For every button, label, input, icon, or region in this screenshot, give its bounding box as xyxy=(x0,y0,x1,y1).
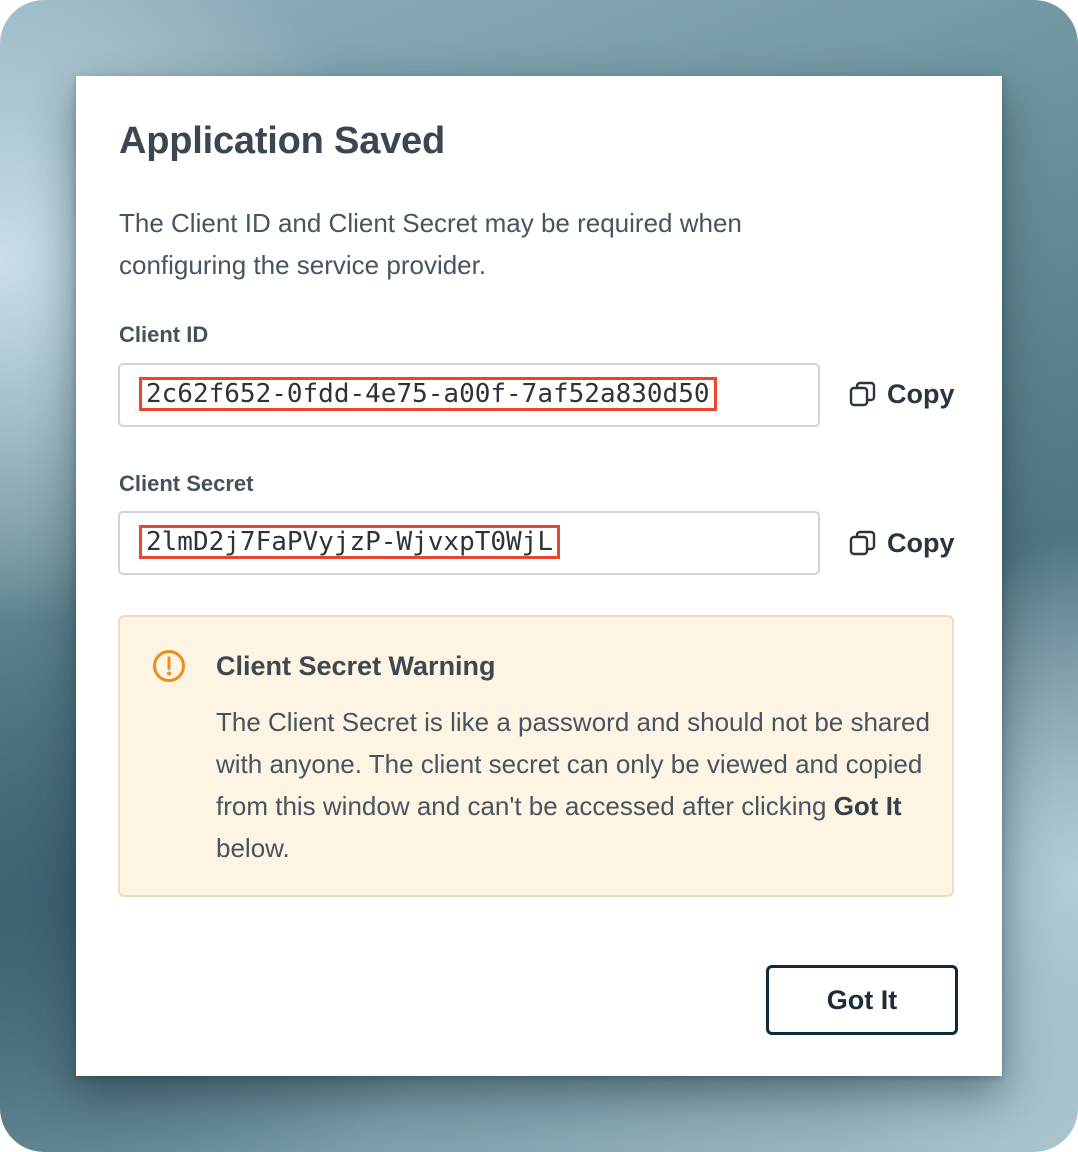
copy-client-secret-label: Copy xyxy=(887,527,955,558)
dialog-title: Application Saved xyxy=(119,120,446,162)
client-id-field[interactable]: 2c62f652-0fdd-4e75-a00f-7af52a830d50 xyxy=(118,363,820,427)
client-id-value[interactable]: 2c62f652-0fdd-4e75-a00f-7af52a830d50 xyxy=(139,377,717,411)
copy-icon xyxy=(849,380,877,408)
client-secret-field[interactable]: 2lmD2j7FaPVyjzP-WjvxpT0WjL xyxy=(118,511,820,575)
alert-circle-icon xyxy=(152,649,186,683)
client-secret-value[interactable]: 2lmD2j7FaPVyjzP-WjvxpT0WjL xyxy=(139,525,560,559)
copy-icon xyxy=(849,529,877,557)
client-id-label: Client ID xyxy=(119,322,209,347)
dialog-description: The Client ID and Client Secret may be r… xyxy=(119,208,742,280)
client-secret-label: Client Secret xyxy=(119,471,254,496)
warning-body-bold: Got It xyxy=(833,791,902,821)
warning-body: The Client Secret is like a password and… xyxy=(216,701,936,869)
warning-body-text: The Client Secret is like a password and… xyxy=(216,707,930,821)
warning-title: Client Secret Warning xyxy=(216,651,496,681)
copy-client-id-button[interactable]: Copy xyxy=(849,374,955,414)
got-it-button[interactable]: Got It xyxy=(766,965,958,1035)
copy-client-secret-button[interactable]: Copy xyxy=(849,523,955,563)
client-secret-warning: Client Secret Warning The Client Secret … xyxy=(118,615,954,897)
application-saved-dialog: Application Saved The Client ID and Clie… xyxy=(76,76,1002,1076)
copy-client-id-label: Copy xyxy=(887,378,955,409)
warning-body-end: below. xyxy=(216,833,290,863)
